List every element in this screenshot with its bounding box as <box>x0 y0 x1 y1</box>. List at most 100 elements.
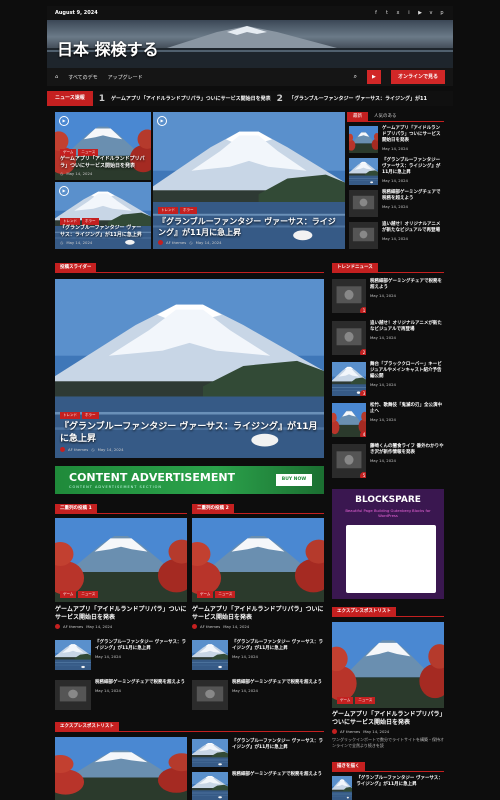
instagram-icon[interactable]: i <box>406 10 412 16</box>
watch-online-button[interactable]: オンラインで見る <box>390 70 445 84</box>
category-tag[interactable]: ニュース <box>78 591 99 598</box>
post-title[interactable]: 追い越せ！オリジナルアニメが新たなビジュアルで再登場 <box>370 321 444 333</box>
post-title[interactable]: 『グランブルーファンタジー ヴァーサス：ライジング』が11月に急上昇 <box>232 640 324 652</box>
list-item[interactable]: 『グランブルーファンタジー ヴァーサス：ライジング』が11月に急上昇 <box>192 739 324 767</box>
post-title[interactable]: 『グランブルーファンタジー ヴァーサス：ライジング』が11月に急上昇 <box>382 158 444 176</box>
section-title: エクスプレスポストリスト <box>332 607 444 617</box>
category-tag[interactable]: ニュース <box>215 591 236 598</box>
list-item[interactable]: 『グランブルーファンタジー ヴァーサス：ライジング』が11月に急上昇 May 14… <box>55 640 187 670</box>
hero-main-card[interactable]: ▶ トレンド ホラー 『グランブルーファンタジー ヴァーサス：ライジング』が11月… <box>153 112 345 249</box>
x-icon[interactable]: x <box>395 10 401 16</box>
list-item[interactable]: 追い越せ！オリジナルアニメが新たなビジュアルで再登場 May 14, 2024 <box>349 222 444 249</box>
list-item[interactable]: 『グランブルーファンタジー ヴァーサス：ライジング』が11月に急上昇 May 14… <box>349 158 444 185</box>
list-item[interactable]: 『グランブルーファンタジー ヴァーサス：ライジング』が11月に急上昇 <box>332 776 444 800</box>
category-tag[interactable]: ゲーム <box>60 591 77 598</box>
column-card-image[interactable]: ゲーム ニュース <box>55 518 187 602</box>
list-item[interactable]: ゲームアプリ「アイドルランドプリパラ」ついにサービス開始日を発表 May 14, … <box>349 126 444 153</box>
post-title[interactable]: 税務細部ゲーミングチェアで税務を超えよう <box>95 680 185 686</box>
clock-icon: ◷ <box>60 240 64 245</box>
post-title[interactable]: 『グランブルーファンタジー ヴァーサス：ライジング』が11月に急上昇 <box>232 739 324 767</box>
author-name[interactable]: AF themes <box>340 729 360 734</box>
card-title[interactable]: ゲームアプリ「アイドルランドプリパラ」ついにサービス開始日を発表 <box>192 606 324 622</box>
list-item[interactable]: 1 税務細部ゲーミングチェアで税務を超えよう May 14, 2024 <box>332 279 444 313</box>
facebook-icon[interactable]: f <box>373 10 379 16</box>
blockspare-subtitle: Beautiful Page Building Gutenberg Blocks… <box>345 508 431 518</box>
list-item[interactable]: 3 舞台「ブラッククローバー」キービジュアルやメインキャスト紹介予告編公開 May… <box>332 362 444 396</box>
category-tag[interactable]: ニュース <box>78 149 99 156</box>
post-thumbnail <box>349 222 378 249</box>
card-title[interactable]: ゲームアプリ「アイドルランドプリパラ」ついにサービス開始日を発表 <box>60 156 146 169</box>
column-card-text: ゲームアプリ「アイドルランドプリパラ」ついにサービス開始日を発表 AF them… <box>55 606 187 629</box>
blockspare-banner[interactable]: BLOCKSPARE Beautiful Page Building Guten… <box>332 489 444 599</box>
home-icon[interactable]: ⌂ <box>55 74 58 80</box>
twitter-icon[interactable]: t <box>384 10 390 16</box>
ticker-item[interactable]: 「グランブルーファンタジー ヴァーサス：ライジング」が11 <box>289 95 427 102</box>
author-name[interactable]: AF themes <box>63 624 83 629</box>
post-title[interactable]: 藤崎くんの闇食ライフ 番外わかりやき沢が新作情報を発表 <box>370 444 444 456</box>
pinterest-icon[interactable]: p <box>439 10 445 16</box>
tab-popular[interactable]: 人気のある <box>374 112 397 121</box>
content-advertisement-banner[interactable]: CONTENT ADVERTISEMENT CONTENT ADVERTISEM… <box>55 466 324 494</box>
site-title[interactable]: 日本 探検する <box>57 36 159 60</box>
post-title[interactable]: 『グランブルーファンタジー ヴァーサス：ライジング』が11月に急上昇 <box>356 776 444 800</box>
section-title: トレンドニュース <box>332 263 444 273</box>
category-tag[interactable]: ホラー <box>180 207 197 214</box>
vimeo-icon[interactable]: v <box>428 10 434 16</box>
ticker-item[interactable]: ゲームアプリ「アイドルランドプリパラ」ついにサービス開始日を発表 <box>111 95 271 102</box>
nav-item-all-demos[interactable]: すべてのデモ <box>68 74 97 81</box>
category-tag[interactable]: トレンド <box>60 218 80 225</box>
list-item[interactable]: 税務細部ゲーミングチェアで税務を超えよう May 14, 2024 <box>349 190 444 217</box>
post-title[interactable]: 『グランブルーファンタジー ヴァーサス：ライジング』が11月に急上昇 <box>95 640 187 652</box>
hero-left-card[interactable]: ▶ トレンド ホラー 『グランブルーファンタジー ヴァーサス：ライジング』が11月… <box>55 182 151 249</box>
category-tag[interactable]: トレンド <box>158 207 178 214</box>
list-item[interactable]: 税務細部ゲーミングチェアで税務を超えよう May 14, 2024 <box>192 680 324 710</box>
column-card-image[interactable]: ゲーム ニュース <box>192 518 324 602</box>
category-tag[interactable]: トレンド <box>60 412 80 419</box>
card-title[interactable]: 『グランブルーファンタジー ヴァーサス：ライジング』が11月に急上昇 <box>60 225 146 238</box>
express-card-image[interactable]: ゲーム ニュース <box>332 622 444 708</box>
slider-title[interactable]: 『グランブルーファンタジー ヴァーサス：ライジング』が11月に急上昇 <box>60 421 319 445</box>
author-name[interactable]: AF themes <box>68 447 88 452</box>
post-slider[interactable]: トレンド ホラー 『グランブルーファンタジー ヴァーサス：ライジング』が11月に急… <box>55 279 324 458</box>
list-item[interactable]: 5 藤崎くんの闇食ライフ 番外わかりやき沢が新作情報を発表 May 14, 202… <box>332 444 444 478</box>
list-item[interactable]: 2 追い越せ！オリジナルアニメが新たなビジュアルで再登場 May 14, 2024 <box>332 321 444 355</box>
category-tag[interactable]: ゲーム <box>197 591 214 598</box>
section-title: 投稿スライダー <box>55 263 324 273</box>
nav-item-upgrade[interactable]: アップグレード <box>108 74 143 81</box>
buy-now-button[interactable]: BUY NOW <box>276 474 312 486</box>
tab-latest[interactable]: 最新 <box>347 112 368 121</box>
category-tag[interactable]: ホラー <box>82 218 99 225</box>
post-title[interactable]: 税務細部ゲーミングチェアで税務を超えよう <box>382 190 444 202</box>
post-title[interactable]: 追い越せ！オリジナルアニメが新たなビジュアルで再登場 <box>382 222 444 234</box>
list-item[interactable]: 『グランブルーファンタジー ヴァーサス：ライジング』が11月に急上昇 May 14… <box>192 640 324 670</box>
hero-title[interactable]: 『グランブルーファンタジー ヴァーサス：ライジング』が11月に急上昇 <box>158 216 340 238</box>
express-left-image[interactable] <box>55 737 187 800</box>
category-tag[interactable]: ニュース <box>355 697 376 704</box>
post-title[interactable]: 税務細部ゲーミングチェアで税務を超えよう <box>232 680 322 686</box>
post-title[interactable]: 税務細部ゲーミングチェアで税務を超えよう <box>232 772 322 800</box>
hero-left-card[interactable]: ▶ ゲーム ニュース ゲームアプリ「アイドルランドプリパラ」ついにサービス開始日を… <box>55 112 151 180</box>
category-tag[interactable]: ゲーム <box>60 149 77 156</box>
category-tag[interactable]: ホラー <box>82 412 99 419</box>
search-icon[interactable]: ⌕ <box>354 73 357 81</box>
post-date: May 14, 2024 <box>382 146 408 151</box>
list-item[interactable]: 税務細部ゲーミングチェアで税務を超えよう <box>192 772 324 800</box>
post-thumbnail <box>332 776 353 800</box>
category-tag[interactable]: ゲーム <box>337 697 354 704</box>
post-title[interactable]: 税務細部ゲーミングチェアで税務を超えよう <box>370 279 444 291</box>
author-name[interactable]: AF themes <box>166 240 186 245</box>
card-title[interactable]: ゲームアプリ「アイドルランドプリパラ」ついにサービス開始日を発表 <box>55 606 187 622</box>
play-icon[interactable]: ▶ <box>366 70 381 84</box>
author-name[interactable]: AF themes <box>200 624 220 629</box>
slider-caption: トレンド ホラー 『グランブルーファンタジー ヴァーサス：ライジング』が11月に急… <box>60 412 319 452</box>
section-label: トレンドニュース <box>332 263 378 273</box>
avatar <box>158 240 163 245</box>
youtube-icon[interactable]: ▶ <box>417 10 423 16</box>
post-title[interactable]: 松竹、歌舞伎「鬼滅の刃」全公演中止へ <box>370 403 444 415</box>
post-title[interactable]: 舞台「ブラッククローバー」キービジュアルやメインキャスト紹介予告編公開 <box>370 362 444 380</box>
list-item[interactable]: 税務細部ゲーミングチェアで税務を超えよう May 14, 2024 <box>55 680 187 710</box>
post-title[interactable]: ゲームアプリ「アイドルランドプリパラ」ついにサービス開始日を発表 <box>382 126 444 144</box>
top-bar: August 9, 2024 f t x i ▶ v p <box>47 6 453 20</box>
list-item[interactable]: 4 松竹、歌舞伎「鬼滅の刃」全公演中止へ May 14, 2024 <box>332 403 444 437</box>
card-title[interactable]: ゲームアプリ「アイドルランドプリパラ」ついにサービス開始日を発表 <box>332 711 444 727</box>
